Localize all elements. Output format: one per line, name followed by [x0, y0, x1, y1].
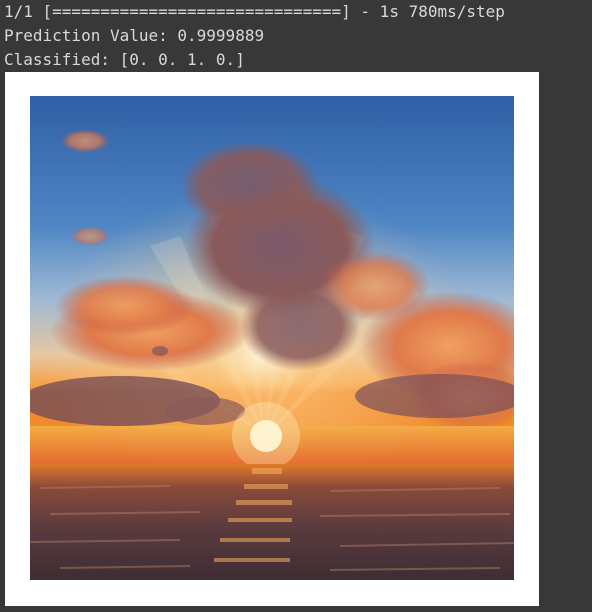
progress-line: 1/1 [==============================] - 1… [4, 2, 505, 21]
output-figure [5, 72, 539, 606]
sunset-photo [30, 96, 514, 580]
notebook-output-cell: 1/1 [==============================] - 1… [0, 0, 592, 612]
classified-line: Classified: [0. 0. 1. 0.] [4, 50, 245, 69]
prediction-value-line: Prediction Value: 0.9999889 [4, 26, 265, 45]
